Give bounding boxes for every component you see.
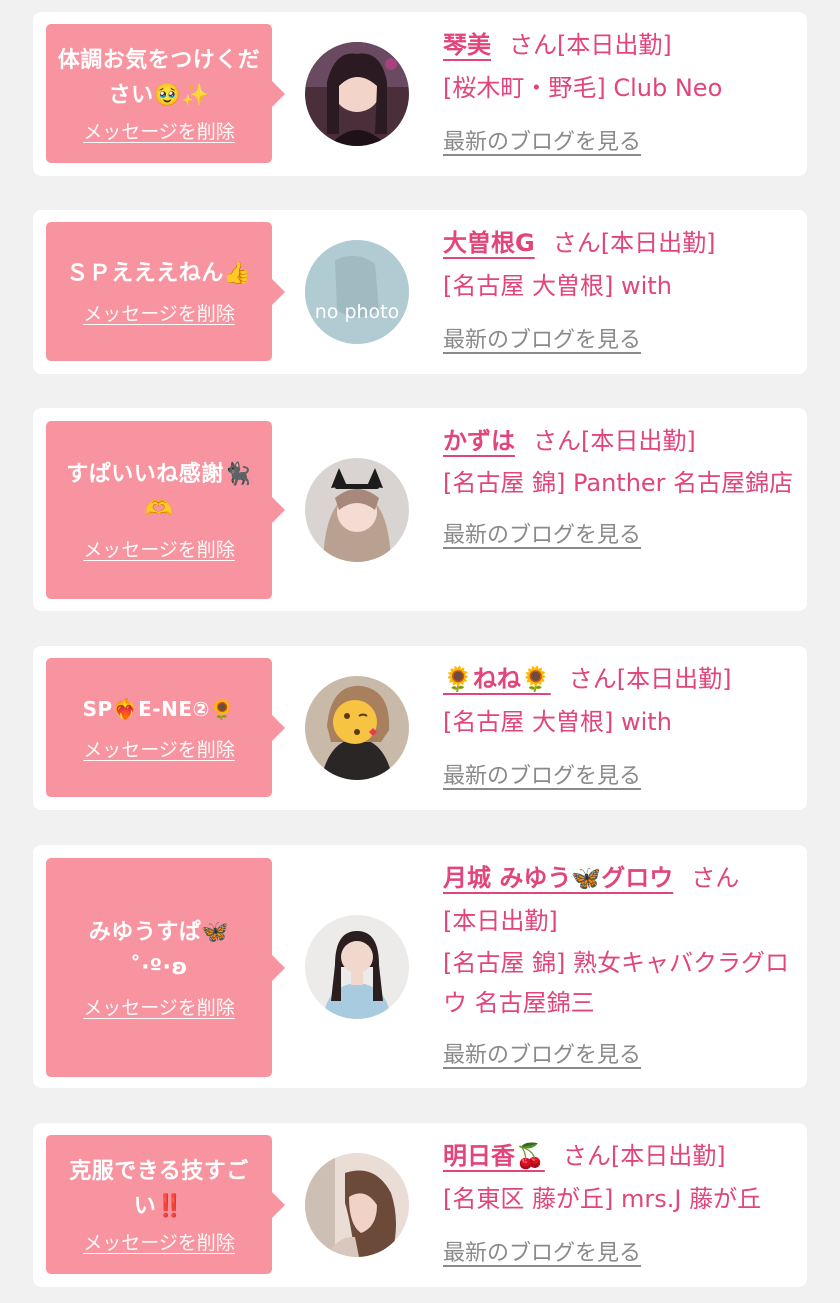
cast-info: 明日香🍒 さん[本日出勤] [名東区 藤が丘] mrs.J 藤が丘 最新のブログを… [443, 1135, 798, 1267]
delete-message-link[interactable]: メッセージを削除 [83, 995, 235, 1021]
cast-name-line: 大曽根G さん[本日出勤] [443, 222, 798, 265]
honorific: さん [568, 665, 617, 693]
message-text: ＳＰえええねん👍 [66, 261, 252, 286]
latest-blog-link[interactable]: 最新のブログを見る [443, 322, 641, 354]
work-status: [本日出勤] [557, 31, 672, 59]
delete-message-link[interactable]: メッセージを削除 [83, 537, 235, 563]
honorific: さん [562, 1142, 611, 1170]
honorific: さん [509, 31, 557, 59]
message-bubble: ＳＰえええねん👍 メッセージを削除 [46, 222, 285, 361]
no-photo-text: no photo [315, 301, 400, 323]
cast-name-link[interactable]: 明日香🍒 [443, 1142, 545, 1170]
honorific: さん [533, 427, 581, 455]
latest-blog-link[interactable]: 最新のブログを見る [443, 1235, 641, 1267]
message-bubble: 体調お気をつけください🥹✨ メッセージを削除 [46, 24, 285, 163]
latest-blog-link[interactable]: 最新のブログを見る [443, 124, 641, 156]
avatar[interactable] [305, 676, 409, 780]
avatar[interactable] [305, 1153, 409, 1257]
message-text: すぱいいね感謝🐈‍⬛🫶 [66, 462, 252, 522]
message-card: みゆうすぱ🦋 ˚‧º·ʚ メッセージを削除 月城 みゆう🦋グロウ さん [本日出勤]… [33, 845, 807, 1088]
latest-blog-link[interactable]: 最新のブログを見る [443, 517, 641, 549]
cast-name-link[interactable]: 琴美 [443, 31, 491, 59]
shop-name: [名東区 藤が丘] mrs.J 藤が丘 [443, 1185, 762, 1213]
work-status: [本日出勤] [600, 229, 716, 257]
work-status: [本日出勤] [616, 665, 732, 693]
cast-info: 大曽根G さん[本日出勤] [名古屋 大曽根] with 最新のブログを見る [443, 222, 798, 354]
work-status: [本日出勤] [443, 907, 558, 935]
latest-blog-link[interactable]: 最新のブログを見る [443, 1037, 641, 1069]
message-bubble: すぱいいね感謝🐈‍⬛🫶 メッセージを削除 [46, 421, 285, 599]
honorific: さん [552, 229, 601, 257]
message-bubble: 克服できる技すごい‼️ メッセージを削除 [46, 1135, 285, 1274]
avatar[interactable] [305, 458, 409, 562]
cast-info: かずは さん[本日出勤] [名古屋 錦] Panther 名古屋錦店 最新のブログ… [443, 420, 798, 549]
cast-name-link[interactable]: 大曽根G [443, 229, 535, 257]
shop-name: [桜木町・野毛] Club Neo [443, 74, 723, 102]
cast-name-line: かずは さん[本日出勤] [443, 420, 798, 463]
shop-name: [名古屋 大曽根] with [443, 272, 672, 300]
delete-message-link[interactable]: メッセージを削除 [83, 119, 235, 145]
avatar-no-photo[interactable]: no photo [305, 240, 409, 344]
delete-message-link[interactable]: メッセージを削除 [83, 301, 235, 327]
delete-message-link[interactable]: メッセージを削除 [83, 1230, 235, 1256]
cast-info: 月城 みゆう🦋グロウ さん [本日出勤] [名古屋 錦] 熟女キャバクラグロウ 名古… [443, 857, 798, 1069]
message-text: 克服できる技すごい‼️ [69, 1158, 249, 1219]
message-text: 体調お気をつけください🥹✨ [57, 47, 261, 108]
shop-name: [名古屋 大曽根] with [443, 708, 672, 736]
cast-name-link[interactable]: 月城 みゆう🦋グロウ [443, 864, 673, 892]
cast-info: 🌻ねね🌻 さん[本日出勤] [名古屋 大曽根] with 最新のブログを見る [443, 658, 798, 790]
message-text: みゆうすぱ🦋 ˚‧º·ʚ [88, 919, 230, 980]
message-card: ＳＰえええねん👍 メッセージを削除 no photo 大曽根G さん[本日出勤] … [33, 210, 807, 374]
cast-info: 琴美 さん[本日出勤] [桜木町・野毛] Club Neo 最新のブログを見る [443, 24, 798, 156]
cast-name-line: 月城 みゆう🦋グロウ さん [本日出勤] [443, 857, 798, 943]
message-card: 体調お気をつけください🥹✨ メッセージを削除 琴美 さん[本日出勤] [桜木町・野… [33, 12, 807, 176]
cast-name-line: 明日香🍒 さん[本日出勤] [443, 1135, 798, 1178]
message-bubble: みゆうすぱ🦋 ˚‧º·ʚ メッセージを削除 [46, 858, 285, 1077]
message-card: 克服できる技すごい‼️ メッセージを削除 明日香🍒 さん[本日出勤] [名東区 藤… [33, 1123, 807, 1287]
shop-name: [名古屋 錦] 熟女キャバクラグロウ 名古屋錦三 [443, 949, 789, 1017]
avatar[interactable] [305, 915, 409, 1019]
latest-blog-link[interactable]: 最新のブログを見る [443, 758, 641, 790]
delete-message-link[interactable]: メッセージを削除 [83, 737, 235, 763]
avatar[interactable] [305, 42, 409, 146]
message-bubble: SP❤️‍🔥E-NE②🌻 メッセージを削除 [46, 658, 285, 797]
work-status: [本日出勤] [610, 1142, 726, 1170]
honorific: さん [691, 864, 740, 892]
shop-name: [名古屋 錦] Panther 名古屋錦店 [443, 469, 794, 497]
work-status: [本日出勤] [581, 427, 696, 455]
cast-name-line: 🌻ねね🌻 さん[本日出勤] [443, 658, 798, 701]
cast-name-link[interactable]: 🌻ねね🌻 [443, 665, 551, 693]
message-text: SP❤️‍🔥E-NE②🌻 [82, 697, 236, 721]
cast-name-line: 琴美 さん[本日出勤] [443, 24, 798, 67]
message-card: SP❤️‍🔥E-NE②🌻 メッセージを削除 🌻ねね🌻 さん[本日出勤] [名古屋 … [33, 646, 807, 810]
cast-name-link[interactable]: かずは [443, 427, 515, 455]
message-card: すぱいいね感謝🐈‍⬛🫶 メッセージを削除 かずは さん[本日出勤] [名古屋 錦]… [33, 408, 807, 611]
